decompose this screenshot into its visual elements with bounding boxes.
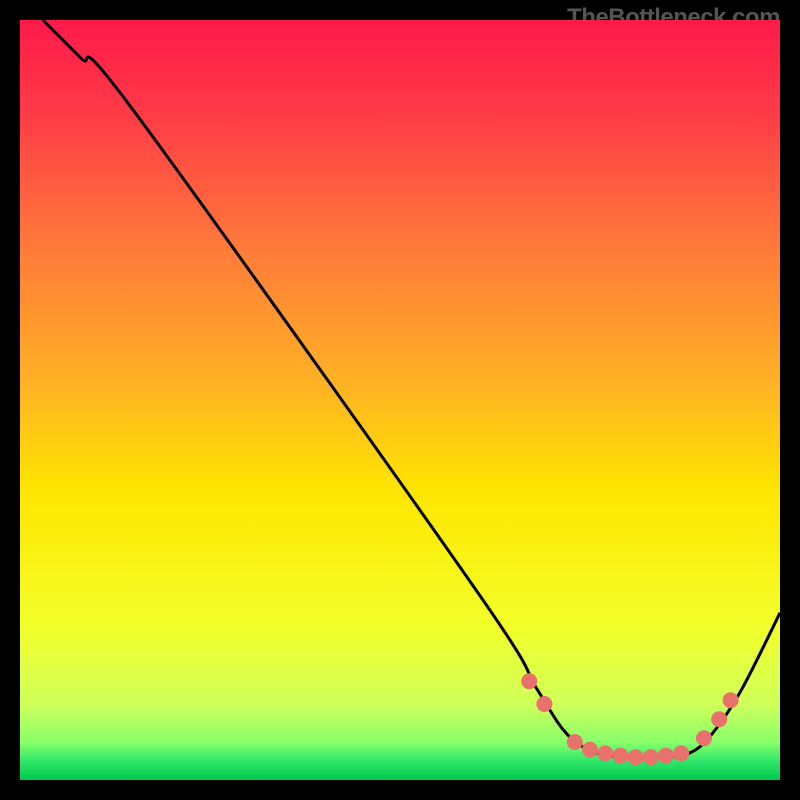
highlight-dot xyxy=(628,749,644,765)
chart-frame: TheBottleneck.com xyxy=(0,0,800,800)
gradient-background xyxy=(20,20,780,780)
highlight-dot xyxy=(521,673,537,689)
highlight-dot xyxy=(536,696,552,712)
chart-svg xyxy=(20,20,780,780)
highlight-dot xyxy=(582,742,598,758)
highlight-dot xyxy=(597,745,613,761)
highlight-dot xyxy=(673,745,689,761)
highlight-dot xyxy=(696,730,712,746)
highlight-dot xyxy=(711,711,727,727)
highlight-dot xyxy=(643,749,659,765)
highlight-dot xyxy=(723,692,739,708)
plot-area xyxy=(20,20,780,780)
highlight-dot xyxy=(612,748,628,764)
highlight-dot xyxy=(658,748,674,764)
highlight-dot xyxy=(567,734,583,750)
